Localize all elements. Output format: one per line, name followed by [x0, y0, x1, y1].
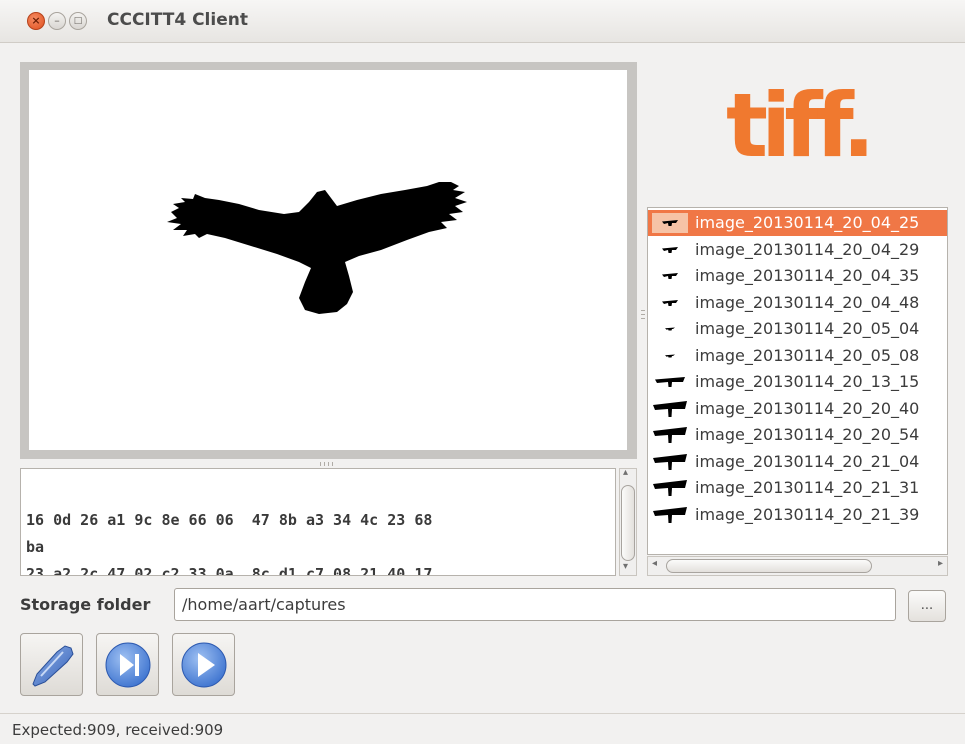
hex-dump-view[interactable]: 16 0d 26 a1 9c 8e 66 06 47 8b a3 34 4c 2…	[20, 468, 616, 576]
file-list-item[interactable]: image_20130114_20_04_35	[648, 263, 947, 289]
hex-dump-line: ba	[26, 538, 45, 556]
bird-thumbnail-icon	[652, 266, 688, 286]
bird-thumbnail-icon	[652, 452, 688, 472]
hex-dump-vertical-scrollbar[interactable]: ▴ ▾	[619, 467, 637, 576]
file-list-item-label: image_20130114_20_20_54	[695, 425, 920, 444]
bird-thumbnail-icon	[652, 505, 688, 525]
file-list-item-label: image_20130114_20_21_31	[695, 478, 920, 497]
bird-thumbnail-icon	[652, 372, 688, 392]
close-button[interactable]: ×	[27, 12, 45, 30]
file-list-item-label: image_20130114_20_04_35	[695, 266, 920, 285]
file-list-item-label: image_20130114_20_05_04	[695, 319, 920, 338]
status-text: Expected:909, received:909	[12, 721, 224, 739]
bird-thumbnail-icon	[652, 399, 688, 419]
connect-button[interactable]	[20, 633, 83, 696]
storage-folder-input[interactable]: /home/aart/captures	[174, 588, 896, 621]
bird-thumbnail-icon	[652, 213, 688, 233]
hex-dump-text: 16 0d 26 a1 9c 8e 66 06 47 8b a3 34 4c 2…	[26, 507, 433, 576]
file-list-item[interactable]: image_20130114_20_05_04	[648, 316, 947, 342]
file-list-item[interactable]: image_20130114_20_05_08	[648, 343, 947, 369]
minimize-button[interactable]: –	[48, 12, 66, 30]
file-list[interactable]: image_20130114_20_04_25 image_20130114_20…	[647, 207, 948, 555]
file-list-item[interactable]: image_20130114_20_04_29	[648, 237, 947, 263]
file-list-item-label: image_20130114_20_04_25	[695, 213, 920, 232]
scroll-right-icon[interactable]: ▸	[938, 558, 943, 569]
file-list-item-label: image_20130114_20_05_08	[695, 345, 920, 365]
scroll-up-icon[interactable]: ▴	[623, 467, 628, 478]
image-preview-canvas	[29, 70, 627, 450]
file-list-horizontal-scrollbar[interactable]: ◂ ▸	[647, 556, 948, 576]
tiff-logo: tiff.	[726, 74, 875, 177]
skip-next-icon	[105, 642, 151, 688]
file-list-item-label: image_20130114_20_13_15	[695, 372, 920, 391]
file-list-item[interactable]: image_20130114_20_20_40	[648, 396, 947, 422]
hex-dump-line: 16 0d 26 a1 9c 8e 66 06 47 8b a3 34 4c 2…	[26, 511, 433, 529]
file-list-item-label: image_20130114_20_21_39	[695, 504, 920, 524]
bird-thumbnail-icon	[652, 293, 688, 313]
file-list-item[interactable]: image_20130114_20_04_48	[648, 290, 947, 316]
bird-silhouette-image	[167, 182, 467, 314]
bird-thumbnail-icon	[652, 425, 688, 445]
title-bar: × – □ CCCITT4 Client	[0, 0, 965, 43]
file-list-item[interactable]: image_20130114_20_20_54	[648, 422, 947, 448]
hex-dump-line: 23 a2 2c 47 02 c2 33 0a 8c d1 c7 08 21 4…	[26, 565, 433, 576]
image-preview	[20, 62, 637, 459]
play-icon	[181, 642, 227, 688]
step-button[interactable]	[96, 633, 159, 696]
bird-thumbnail-icon	[652, 240, 688, 260]
horizontal-splitter-handle[interactable]	[318, 461, 334, 467]
maximize-button[interactable]: □	[69, 12, 87, 30]
scroll-down-icon[interactable]: ▾	[623, 561, 628, 572]
storage-folder-label: Storage folder	[20, 595, 151, 614]
window-title: CCCITT4 Client	[107, 10, 248, 30]
file-list-item[interactable]: image_20130114_20_21_31	[648, 475, 947, 501]
file-list-item[interactable]: image_20130114_20_13_15	[648, 369, 947, 395]
file-list-item-label: image_20130114_20_04_48	[695, 292, 920, 312]
file-list-item[interactable]: image_20130114_20_21_04	[648, 449, 947, 475]
bird-thumbnail-icon	[652, 346, 688, 366]
file-list-item[interactable]: image_20130114_20_21_39	[648, 502, 947, 528]
scroll-left-icon[interactable]: ◂	[652, 558, 657, 569]
scrollbar-thumb[interactable]	[621, 485, 635, 561]
file-list-item-label: image_20130114_20_21_04	[695, 451, 920, 471]
plug-icon	[32, 645, 74, 687]
vertical-splitter-handle[interactable]	[640, 308, 646, 324]
file-list-item-label: image_20130114_20_04_29	[695, 239, 920, 259]
play-button[interactable]	[172, 633, 235, 696]
scrollbar-thumb[interactable]	[666, 559, 872, 573]
bird-thumbnail-icon	[652, 319, 688, 339]
file-list-item[interactable]: image_20130114_20_04_25	[648, 210, 947, 236]
status-bar: Expected:909, received:909	[0, 713, 965, 744]
file-list-item-label: image_20130114_20_20_40	[695, 398, 920, 418]
bird-thumbnail-icon	[652, 478, 688, 498]
browse-folder-button[interactable]: ...	[908, 590, 946, 622]
